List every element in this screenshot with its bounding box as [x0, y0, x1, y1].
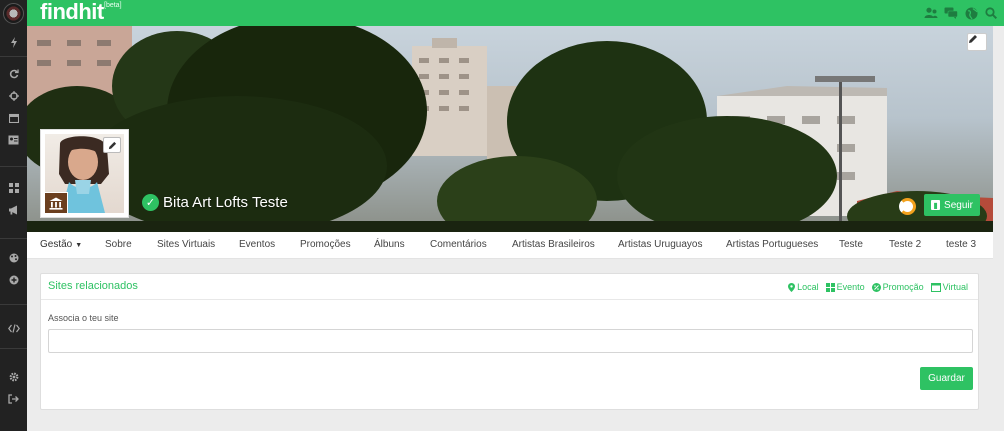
- tab-artistas-uruguayos[interactable]: Artistas Uruguayos: [618, 232, 702, 259]
- follow-button[interactable]: ▮ Seguir: [924, 194, 980, 216]
- sidebar-divider: [0, 56, 27, 57]
- percent-badge-icon: [871, 282, 881, 292]
- filter-evento[interactable]: Evento: [825, 282, 865, 292]
- top-bar: findhit [beta]: [27, 0, 1004, 26]
- filter-promocao[interactable]: Promoção: [871, 282, 924, 292]
- globe-icon[interactable]: [964, 6, 978, 20]
- panel-title: Sites relacionados: [48, 280, 138, 292]
- logout-icon[interactable]: [0, 391, 27, 407]
- associate-site-label: Associa o teu site: [48, 313, 119, 323]
- loading-spinner-icon: [899, 198, 916, 215]
- filter-local[interactable]: Local: [788, 282, 819, 292]
- edit-cover-button[interactable]: [967, 33, 987, 51]
- tab-promocoes[interactable]: Promoções: [300, 232, 351, 259]
- institution-badge: [44, 192, 68, 214]
- users-icon[interactable]: [924, 6, 938, 20]
- calendar-icon[interactable]: [0, 110, 27, 126]
- follow-button-label: Seguir: [944, 199, 973, 211]
- tab-sites-virtuais[interactable]: Sites Virtuais: [157, 232, 215, 259]
- chat-icon[interactable]: [944, 6, 958, 20]
- pencil-icon: [969, 35, 977, 43]
- page-name: Bita Art Lofts Teste: [163, 194, 288, 211]
- tab-sobre[interactable]: Sobre: [105, 232, 132, 259]
- user-avatar[interactable]: [3, 3, 24, 24]
- associate-site-input[interactable]: [48, 329, 973, 353]
- related-sites-panel: Sites relacionados Local Evento Promoção…: [40, 273, 979, 410]
- sidebar-divider: [0, 348, 27, 349]
- code-icon[interactable]: [0, 320, 27, 336]
- panel-filter-links: Local Evento Promoção Virtual: [788, 282, 968, 292]
- page-tabs: Gestão ▼ Sobre Sites Virtuais Eventos Pro…: [27, 232, 993, 259]
- panel-header: Sites relacionados Local Evento Promoção…: [41, 274, 978, 300]
- building-icon: [49, 197, 63, 210]
- map-marker-icon: [788, 282, 796, 292]
- page-title: ✓ Bita Art Lofts Teste: [142, 194, 288, 211]
- pencil-icon: [108, 141, 116, 149]
- plus-circle-icon[interactable]: [0, 272, 27, 288]
- crosshair-icon[interactable]: [0, 88, 27, 104]
- caret-down-icon: ▼: [75, 242, 83, 249]
- edit-profile-picture-button[interactable]: [103, 137, 121, 153]
- tab-albuns[interactable]: Álbuns: [374, 232, 405, 259]
- left-sidebar: [0, 0, 27, 431]
- tab-artistas-brasileiros[interactable]: Artistas Brasileiros: [512, 232, 595, 259]
- filter-virtual[interactable]: Virtual: [930, 282, 968, 292]
- tab-gestao[interactable]: Gestão ▼: [40, 232, 82, 259]
- grid-icon: [825, 282, 835, 292]
- top-icons: [924, 6, 998, 20]
- megaphone-icon[interactable]: [0, 202, 27, 218]
- tab-teste[interactable]: Teste: [839, 232, 863, 259]
- tab-comentarios[interactable]: Comentários: [430, 232, 487, 259]
- sidebar-divider: [0, 238, 27, 239]
- search-icon[interactable]: [984, 6, 998, 20]
- sidebar-divider: [0, 304, 27, 305]
- beta-tag: [beta]: [104, 2, 122, 9]
- follow-icon: ▮: [931, 200, 941, 210]
- tab-eventos[interactable]: Eventos: [239, 232, 275, 259]
- palette-icon[interactable]: [0, 250, 27, 266]
- save-button[interactable]: Guardar: [920, 367, 973, 390]
- refresh-icon[interactable]: [0, 66, 27, 82]
- sidebar-divider: [0, 166, 27, 167]
- findhit-logo[interactable]: findhit: [40, 0, 104, 24]
- gear-icon[interactable]: [0, 369, 27, 385]
- contact-card-icon[interactable]: [0, 132, 27, 148]
- tab-teste-2[interactable]: Teste 2: [889, 232, 921, 259]
- grid-icon[interactable]: [0, 180, 27, 196]
- tab-artistas-portugueses[interactable]: Artistas Portugueses: [726, 232, 818, 259]
- verified-check-icon: ✓: [142, 194, 159, 211]
- tab-teste-3[interactable]: teste 3: [946, 232, 976, 259]
- browser-window-icon: [930, 282, 941, 292]
- bolt-icon[interactable]: [0, 34, 27, 50]
